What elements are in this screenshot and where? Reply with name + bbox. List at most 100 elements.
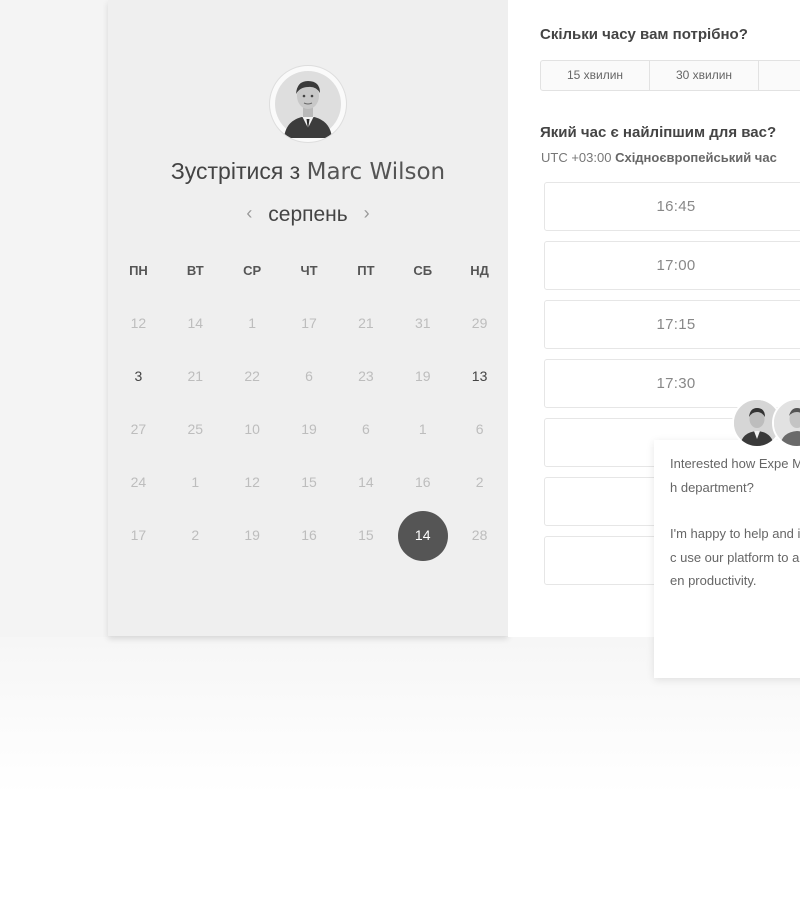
weekday-label: ЧТ <box>300 263 318 278</box>
duration-tab[interactable]: 30 хвилин <box>650 61 759 90</box>
calendar-day-number: 17 <box>301 315 317 331</box>
calendar-day-number: 16 <box>414 474 431 490</box>
calendar-day-number: 1 <box>248 315 257 331</box>
calendar-day-number: 3 <box>134 368 143 384</box>
calendar-day-number: 19 <box>244 527 260 543</box>
calendar-day-number: 10 <box>244 421 260 437</box>
calendar-day-number: 2 <box>191 527 200 543</box>
calendar-day-number: 14 <box>358 474 374 490</box>
meeting-title-prefix: Зустрітися з <box>170 158 301 184</box>
weekday-header: ПН ВТ СР ЧТ ПТ СБ НД <box>110 263 508 278</box>
host-name: Marc Wilson <box>306 159 446 185</box>
calendar-day: 10 <box>224 404 281 454</box>
calendar-day: 19 <box>224 510 281 560</box>
weekday-label: ПТ <box>357 263 375 278</box>
calendar-day: 17 <box>281 298 338 348</box>
calendar-day-number: 2 <box>475 474 484 490</box>
calendar-day: 6 <box>451 404 508 454</box>
calendar-day[interactable]: 13 <box>451 351 508 401</box>
calendar-day-selected[interactable]: 14 <box>394 510 451 561</box>
calendar-week-row: 17 2 19 16 15 14 28 <box>110 510 508 561</box>
weekday-label: ПН <box>129 263 148 278</box>
calendar-week-row: 24 1 12 15 14 16 2 <box>110 457 508 507</box>
calendar-day-number: 13 <box>471 368 488 384</box>
calendar-day: 28 <box>451 510 508 560</box>
timezone-name: Східноєвропейський час <box>615 150 777 165</box>
calendar-day-number: 21 <box>187 368 204 384</box>
scheduling-page: Зустрітися з Marc Wilson ‹ серпень › ПН В… <box>0 0 800 900</box>
calendar-day: 1 <box>394 404 451 454</box>
calendar-day: 31 <box>394 298 451 348</box>
calendar-day: 29 <box>451 298 508 348</box>
calendar-week-row: 12 14 1 17 21 31 29 <box>110 298 508 348</box>
calendar-week-row: 27 25 10 19 6 1 6 <box>110 404 508 454</box>
calendar-day-number: 22 <box>244 368 260 384</box>
duration-tabs: 15 хвилин30 хвилин1 <box>540 60 800 91</box>
calendar-day: 19 <box>281 404 338 454</box>
month-label: серпень <box>268 203 348 226</box>
calendar-day-number: 24 <box>130 474 147 490</box>
calendar-day-number: 16 <box>301 527 317 543</box>
calendar-day-number: 29 <box>471 315 488 331</box>
calendar-day: 23 <box>337 351 394 401</box>
calendar-day-number: 28 <box>471 527 488 543</box>
duration-tab[interactable]: 1 <box>759 61 800 90</box>
time-slot-button[interactable]: 16:45 <box>544 182 800 231</box>
calendar-day-number: 12 <box>130 315 147 331</box>
calendar-day: 1 <box>224 298 281 348</box>
calendar-day[interactable]: 3 <box>110 351 167 401</box>
calendar-day-number: 23 <box>358 368 374 384</box>
calendar-day-number: 19 <box>301 421 317 437</box>
calendar-day-number: 14 <box>187 315 204 331</box>
calendar-day-number: 19 <box>414 368 431 384</box>
weekday-label: СР <box>243 263 262 278</box>
time-slot-button[interactable]: 17:00 <box>544 241 800 290</box>
calendar-day: 12 <box>224 457 281 507</box>
calendar-day: 6 <box>337 404 394 454</box>
calendar-day: 21 <box>337 298 394 348</box>
calendar-day: 25 <box>167 404 224 454</box>
calendar-day: 2 <box>451 457 508 507</box>
calendar-day-number: 6 <box>361 421 370 437</box>
calendar-day: 14 <box>337 457 394 507</box>
calendar-day: 1 <box>167 457 224 507</box>
chevron-left-icon[interactable]: ‹ <box>246 203 252 224</box>
calendar-day: 15 <box>337 510 394 560</box>
calendar-day: 2 <box>167 510 224 560</box>
time-slot-button[interactable]: 17:15 <box>544 300 800 349</box>
calendar-day: 12 <box>110 298 167 348</box>
calendar-day-number: 27 <box>130 421 147 437</box>
month-navigator: ‹ серпень › <box>108 203 508 227</box>
chat-message-2: I'm happy to help and insight into how o… <box>670 526 800 588</box>
calendar-day-number: 14 <box>397 511 448 561</box>
calendar-day: 21 <box>167 351 224 401</box>
duration-tab[interactable]: 15 хвилин <box>541 61 650 90</box>
timezone-label: UTC +03:00 Східноєвропейський час <box>541 150 777 165</box>
calendar-day: 22 <box>224 351 281 401</box>
calendar-day-number: 6 <box>475 421 484 437</box>
calendar-day: 16 <box>281 510 338 560</box>
calendar-day-number: 31 <box>414 315 431 331</box>
calendar-day-number: 1 <box>418 421 427 437</box>
time-question: Який час є найліпшим для вас? <box>540 124 777 141</box>
calendar-day-number: 15 <box>301 474 317 490</box>
chat-popup[interactable]: Interested how Expe Management could h d… <box>654 440 800 678</box>
host-avatar <box>270 66 346 142</box>
weekday-label: НД <box>470 263 489 278</box>
calendar-day-number: 15 <box>358 527 374 543</box>
weekday-label: СБ <box>413 263 433 278</box>
calendar-day-number: 25 <box>187 421 204 437</box>
calendar-day-number: 17 <box>130 527 147 543</box>
calendar-day-number: 6 <box>305 368 313 384</box>
calendar-day-number: 12 <box>244 474 260 490</box>
chevron-right-icon[interactable]: › <box>364 203 370 224</box>
calendar-day: 15 <box>281 457 338 507</box>
weekday-label: ВТ <box>186 263 204 278</box>
calendar-day: 14 <box>167 298 224 348</box>
meeting-title: Зустрітися з Marc Wilson <box>108 158 508 185</box>
calendar-day: 16 <box>394 457 451 507</box>
calendar-day: 24 <box>110 457 167 507</box>
calendar-day-number: 21 <box>358 315 374 331</box>
calendar-day: 27 <box>110 404 167 454</box>
chat-message-1: Interested how Expe Management could h d… <box>670 456 800 495</box>
